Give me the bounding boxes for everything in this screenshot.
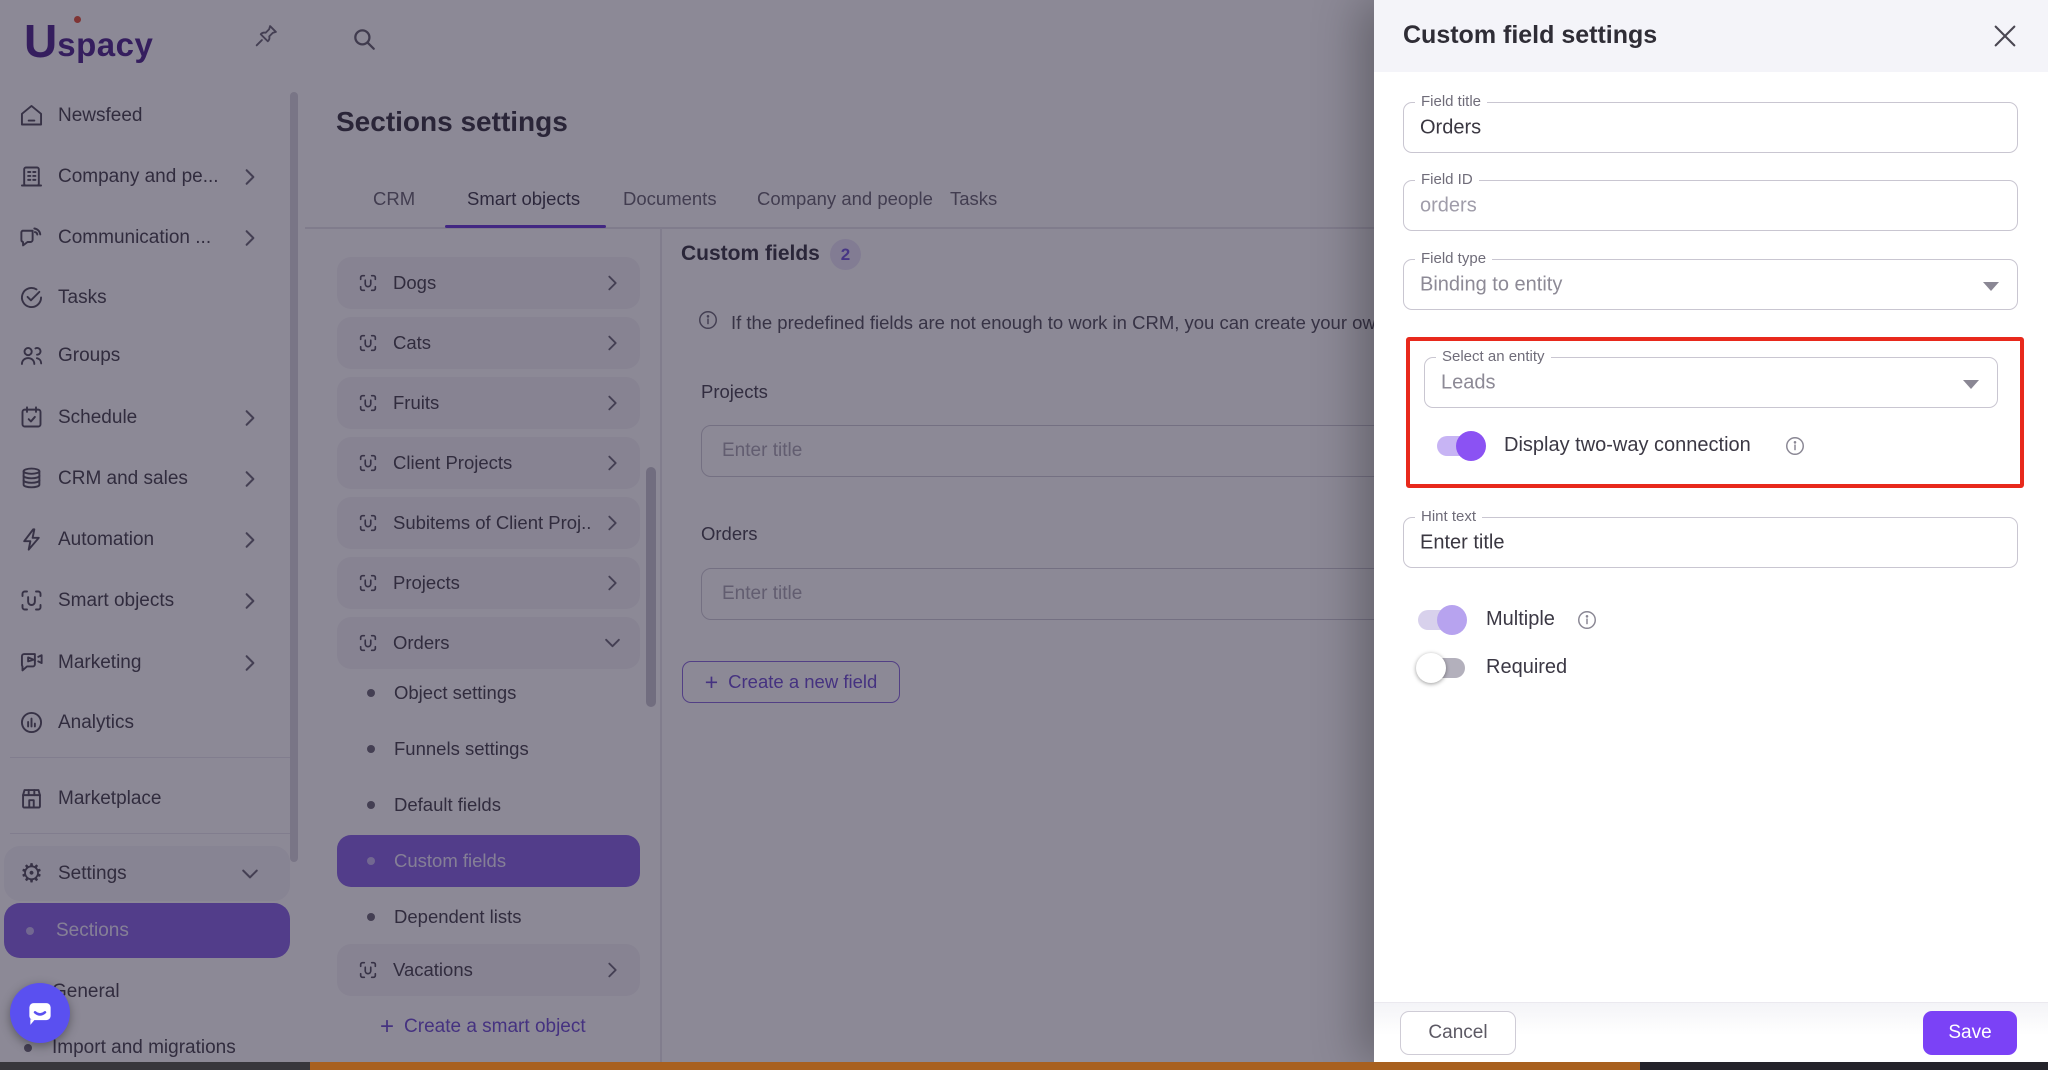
required-toggle[interactable] xyxy=(1416,653,1465,683)
field-id-label: Field ID xyxy=(1415,171,1479,188)
multiple-label: Multiple xyxy=(1486,608,1555,630)
modal-footer: Cancel Save xyxy=(1374,1002,2048,1062)
field-title-value: Orders xyxy=(1420,116,1482,138)
save-button[interactable]: Save xyxy=(1923,1011,2017,1055)
bottom-strip-left xyxy=(0,1062,310,1070)
chat-launcher-button[interactable] xyxy=(10,983,70,1043)
hint-text-input[interactable]: Hint text Enter title xyxy=(1403,508,2018,568)
required-label: Required xyxy=(1486,656,1568,678)
dropdown-caret-icon xyxy=(1983,281,1999,291)
custom-field-settings-modal: Custom field settings Field title Orders… xyxy=(1374,0,2048,1062)
entity-select-value: Leads xyxy=(1441,371,1496,393)
toggle-thumb xyxy=(1456,431,1486,461)
bottom-strip-center xyxy=(310,1062,1640,1070)
field-type-label: Field type xyxy=(1415,250,1493,267)
info-icon xyxy=(1786,437,1804,455)
multiple-toggle[interactable] xyxy=(1418,605,1467,635)
toggle-thumb xyxy=(1437,605,1467,635)
field-title-input[interactable]: Field title Orders xyxy=(1403,93,2018,153)
field-id-input[interactable]: Field ID orders xyxy=(1403,171,2018,231)
hint-text-label: Hint text xyxy=(1415,508,1483,525)
close-icon[interactable] xyxy=(1989,20,2021,52)
bottom-strip-right xyxy=(1640,1062,2048,1070)
field-title-label: Field title xyxy=(1415,93,1488,110)
field-type-value: Binding to entity xyxy=(1420,273,1563,295)
dropdown-caret-icon xyxy=(1963,379,1979,389)
screen: Uspacy Newsfeed Company and pe... Commun… xyxy=(0,0,2048,1070)
info-icon xyxy=(1578,611,1596,629)
entity-select[interactable]: Select an entity Leads xyxy=(1424,348,1998,408)
hint-text-value: Enter title xyxy=(1420,531,1505,553)
chat-bubble-icon xyxy=(29,1003,51,1025)
entity-select-label: Select an entity xyxy=(1436,348,1551,365)
field-id-value: orders xyxy=(1420,194,1477,216)
field-type-select[interactable]: Field type Binding to entity xyxy=(1403,250,2018,310)
modal-title: Custom field settings xyxy=(1403,21,1658,49)
modal-header: Custom field settings xyxy=(1374,0,2048,72)
toggle-thumb xyxy=(1416,653,1446,683)
cancel-button[interactable]: Cancel xyxy=(1400,1011,1516,1055)
two-way-connection-label: Display two-way connection xyxy=(1504,434,1751,456)
two-way-connection-toggle[interactable] xyxy=(1437,431,1486,461)
